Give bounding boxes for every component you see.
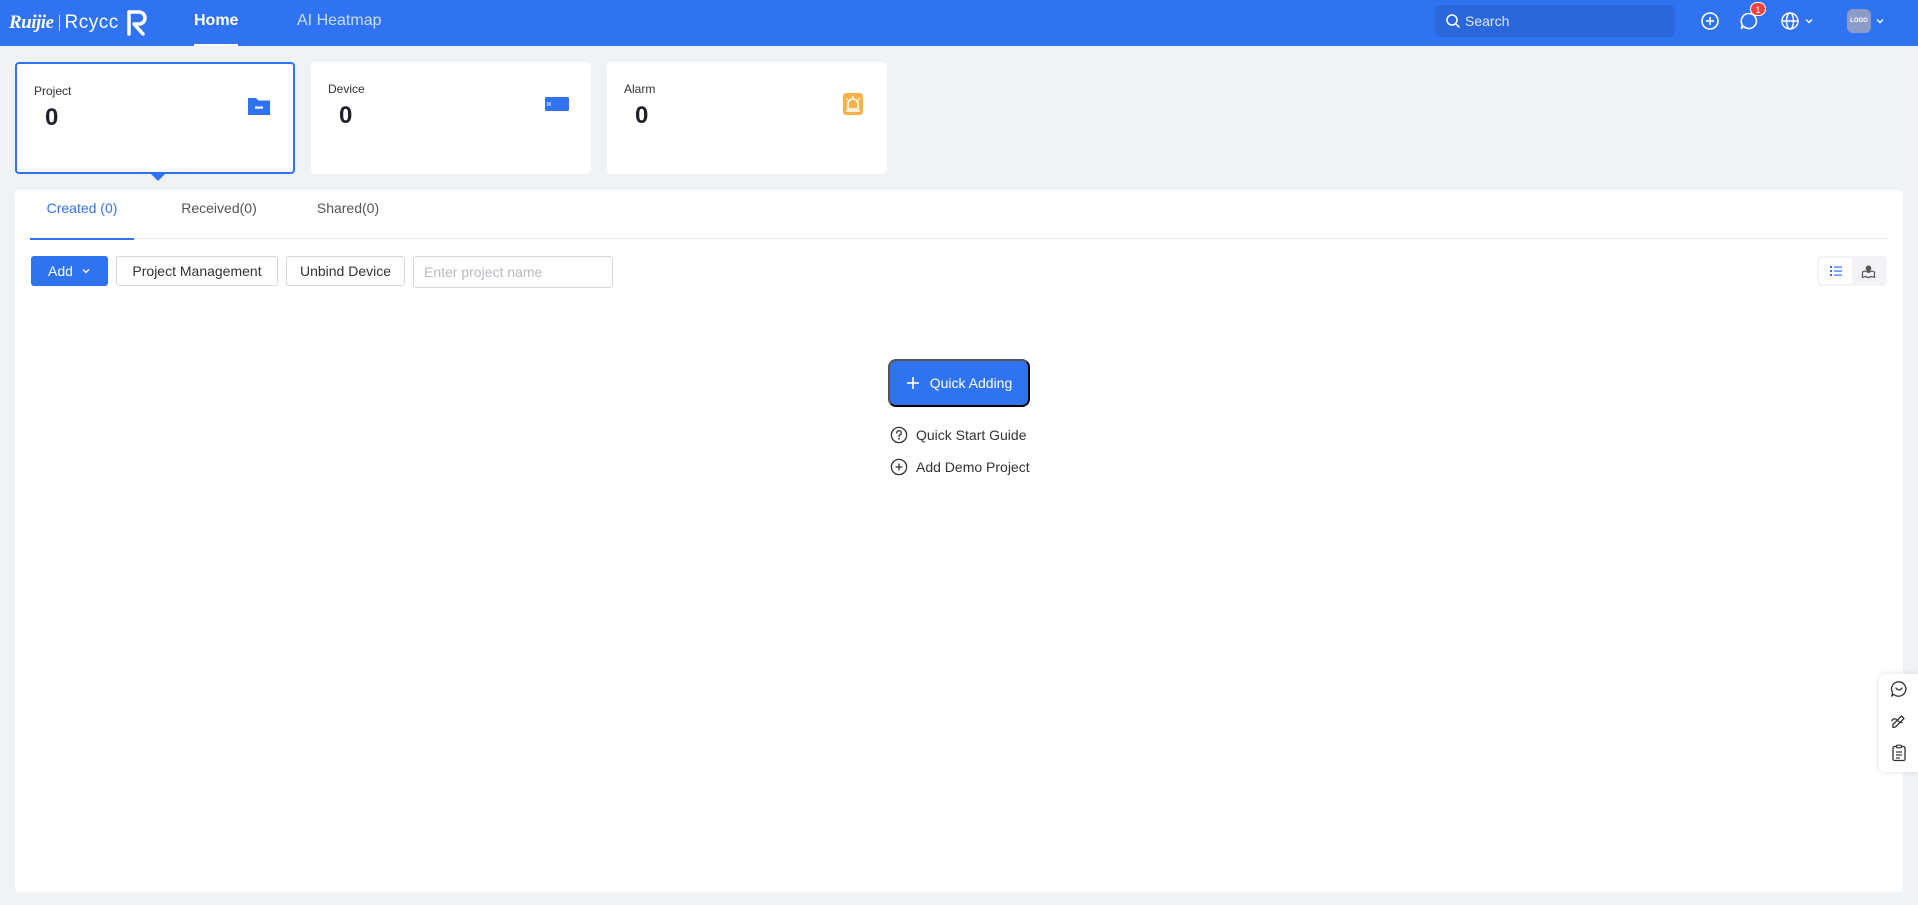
nav-tab-home[interactable]: Home <box>194 0 239 46</box>
project-stat-card[interactable]: Project 0 <box>15 62 295 181</box>
quick-adding-button[interactable]: Quick Adding <box>888 359 1030 407</box>
list-view-button[interactable] <box>1819 258 1852 284</box>
quick-start-guide-link[interactable]: Quick Start Guide <box>890 425 1027 445</box>
brand-separator <box>58 15 60 31</box>
top-navigation-bar: Ruijie Rcycc Home AI Heatmap Search 1 LO… <box>0 0 1918 46</box>
tab-active-underline <box>30 238 134 240</box>
add-demo-project-link[interactable]: Add Demo Project <box>890 457 1030 477</box>
alarm-stat-value: 0 <box>635 102 649 129</box>
quick-adding-label: Quick Adding <box>929 375 1013 391</box>
notes-icon[interactable] <box>1890 744 1908 762</box>
add-circle-button[interactable] <box>1697 8 1723 34</box>
add-button[interactable]: Add <box>31 256 108 286</box>
quick-start-guide-label: Quick Start Guide <box>916 427 1027 443</box>
brand-ruijie: Ruijie <box>9 12 54 33</box>
project-search-input[interactable] <box>424 264 605 280</box>
language-selector[interactable] <box>1780 8 1820 34</box>
tab-shared-label: Shared(0) <box>316 200 380 216</box>
unbind-device-button[interactable]: Unbind Device <box>286 256 405 286</box>
chevron-down-icon <box>82 269 90 274</box>
reyee-mark-icon <box>127 10 147 36</box>
project-stat-label: Project <box>34 84 72 98</box>
help-circle-icon <box>890 426 908 444</box>
project-tabs: Created (0) Received(0) Shared(0) <box>30 190 1888 240</box>
chevron-down-icon <box>1876 19 1884 24</box>
avatar: LOGO <box>1847 9 1871 33</box>
device-icon <box>545 97 569 111</box>
brand-logo[interactable]: Ruijie Rcycc <box>9 8 149 38</box>
notification-badge: 1 <box>1750 2 1766 16</box>
map-view-button[interactable] <box>1852 258 1885 284</box>
map-view-icon <box>1861 265 1876 278</box>
project-search-box[interactable] <box>413 256 613 288</box>
messages-button[interactable]: 1 <box>1736 2 1766 34</box>
tab-received-label: Received(0) <box>181 200 257 216</box>
project-stat-value: 0 <box>45 104 59 131</box>
tab-created-label: Created (0) <box>46 200 118 216</box>
selected-card-pointer <box>151 174 165 181</box>
globe-icon <box>1781 12 1799 30</box>
project-management-button[interactable]: Project Management <box>116 256 278 286</box>
chat-support-icon[interactable] <box>1890 680 1908 698</box>
alarm-stat-card[interactable]: Alarm 0 <box>607 62 887 174</box>
plus-icon <box>906 377 919 389</box>
nav-active-underline <box>194 44 239 46</box>
add-demo-project-label: Add Demo Project <box>916 459 1030 475</box>
folder-icon <box>248 98 270 115</box>
search-icon <box>1446 14 1460 28</box>
global-search[interactable]: Search <box>1435 5 1675 37</box>
add-circle-icon <box>1701 12 1719 30</box>
project-management-label: Project Management <box>132 263 262 279</box>
alarm-icon <box>843 93 863 115</box>
user-menu[interactable]: LOGO <box>1847 8 1887 34</box>
tab-created[interactable]: Created (0) <box>30 190 134 240</box>
add-circle-icon <box>890 458 908 476</box>
nav-tab-ai-heatmap[interactable]: AI Heatmap <box>297 0 381 46</box>
tab-received[interactable]: Received(0) <box>165 190 273 239</box>
tab-shared[interactable]: Shared(0) <box>298 190 398 239</box>
add-button-label: Add <box>48 263 73 279</box>
view-mode-toggle <box>1817 256 1887 286</box>
device-stat-card[interactable]: Device 0 <box>311 62 591 174</box>
list-view-icon <box>1829 266 1842 276</box>
chevron-down-icon <box>1805 19 1813 24</box>
floating-toolbar <box>1879 674 1918 772</box>
project-panel: Created (0) Received(0) Shared(0) Add Pr… <box>15 190 1903 892</box>
alarm-stat-label: Alarm <box>624 82 656 96</box>
device-stat-value: 0 <box>339 102 353 129</box>
nav-tab-ai-heatmap-label: AI Heatmap <box>297 12 382 29</box>
nav-tab-home-label: Home <box>194 12 239 29</box>
unbind-device-label: Unbind Device <box>299 263 392 279</box>
device-stat-label: Device <box>328 82 365 96</box>
brand-reyee: Rcycc <box>64 12 119 33</box>
global-search-placeholder: Search <box>1465 13 1510 29</box>
feedback-pen-icon[interactable] <box>1890 712 1908 730</box>
